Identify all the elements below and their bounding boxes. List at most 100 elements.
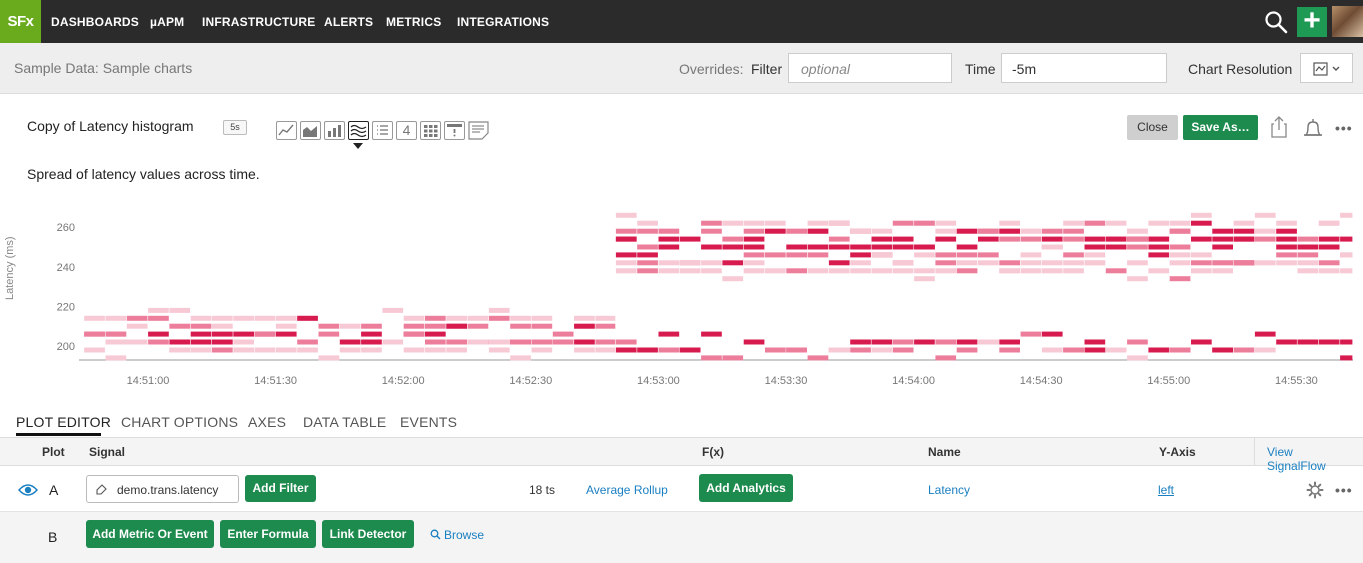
heatmap-cell: [1127, 244, 1148, 250]
y-axis-link[interactable]: left: [1158, 483, 1174, 497]
chart-resolution-dropdown[interactable]: [1300, 53, 1353, 83]
heatmap-chart-icon[interactable]: [348, 121, 369, 140]
list-chart-icon[interactable]: [372, 121, 393, 140]
plot-name-link[interactable]: Latency: [928, 483, 970, 497]
tab-plot-editor[interactable]: PLOT EDITOR: [16, 414, 111, 430]
heatmap-cell: [318, 355, 340, 361]
add-filter-button[interactable]: Add Filter: [245, 475, 316, 502]
heatmap-cell: [1063, 268, 1084, 274]
heatmap-cell: [850, 347, 871, 353]
heatmap-cell: [828, 347, 850, 353]
signalfx-logo[interactable]: SFx: [0, 0, 41, 43]
average-rollup-link[interactable]: Average Rollup: [586, 483, 668, 497]
heatmap-cell: [956, 347, 978, 353]
x-tick-label: 14:55:00: [1147, 375, 1190, 387]
nav-metrics[interactable]: METRICS: [386, 15, 441, 29]
event-feed-icon[interactable]: [444, 121, 465, 140]
nav-alerts[interactable]: ALERTS: [324, 15, 373, 29]
eye-icon[interactable]: [18, 483, 38, 497]
row-more-icon[interactable]: •••: [1335, 482, 1353, 498]
save-as-button[interactable]: Save As…: [1183, 115, 1258, 140]
heatmap-cell: [658, 236, 680, 242]
heatmap-cell: [361, 339, 382, 345]
heatmap-cell: [297, 315, 318, 321]
heatmap-cell: [1020, 236, 1042, 242]
close-button[interactable]: Close: [1127, 115, 1178, 140]
column-chart-icon[interactable]: [324, 121, 345, 140]
heatmap-cell: [425, 315, 446, 321]
heatmap-cell: [658, 347, 680, 353]
nav-dashboards[interactable]: DASHBOARDS: [51, 15, 139, 29]
heatmap-cell: [892, 347, 914, 353]
heatmap-cell: [212, 347, 233, 353]
heatmap-cell: [275, 315, 297, 321]
tab-chart-options[interactable]: CHART OPTIONS: [121, 414, 238, 430]
heatmap-cell: [871, 244, 893, 250]
heatmap-cell: [84, 331, 105, 337]
heatmap-cell: [361, 347, 382, 353]
heatmap-cell: [1233, 260, 1255, 266]
heatmap-cell: [1212, 347, 1233, 353]
heatmap-cell: [1276, 260, 1297, 266]
heatmap-cell: [935, 252, 957, 258]
time-input[interactable]: -5m: [1001, 53, 1167, 83]
text-note-icon[interactable]: [468, 121, 490, 140]
heatmap-cell: [1020, 252, 1042, 258]
heatmap-cell: [1254, 347, 1276, 353]
heatmap-cell: [956, 228, 978, 234]
heatmap-cell: [212, 339, 233, 345]
heatmap-cell: [1169, 228, 1191, 234]
heatmap-cell: [105, 355, 127, 361]
heatmap-cell: [935, 236, 957, 242]
heatmap-cell: [318, 331, 340, 337]
nav-apm[interactable]: µAPM: [150, 15, 184, 29]
link-detector-button[interactable]: Link Detector: [322, 520, 414, 548]
heatmap-cell: [84, 347, 105, 353]
heatmap-cell: [1169, 276, 1191, 282]
view-signalflow-link[interactable]: View SignalFlow: [1254, 437, 1363, 473]
breadcrumb[interactable]: Sample Data: Sample charts: [14, 60, 192, 76]
add-metric-button[interactable]: Add Metric Or Event: [86, 520, 214, 548]
create-plus-button[interactable]: +: [1297, 6, 1327, 37]
heatmap-cell: [1127, 276, 1148, 282]
heatmap-cell: [254, 331, 276, 337]
bell-icon[interactable]: [1302, 117, 1324, 141]
resolution-badge: 5s: [223, 120, 247, 135]
heatmap-cell: [871, 228, 893, 234]
heatmap-cell: [765, 268, 786, 274]
gear-icon[interactable]: [1306, 481, 1324, 499]
heatmap-cell: [212, 323, 233, 329]
heatmap-cell: [1041, 260, 1063, 266]
filter-input[interactable]: optional: [788, 53, 952, 83]
chart-more-icon[interactable]: •••: [1335, 120, 1353, 136]
heatmap-cell: [105, 315, 127, 321]
y-tick-label: 260: [57, 222, 75, 234]
enter-formula-button[interactable]: Enter Formula: [220, 520, 316, 548]
single-value-icon[interactable]: 4: [396, 121, 417, 140]
nav-infrastructure[interactable]: INFRASTRUCTURE: [202, 15, 315, 29]
chart-title[interactable]: Copy of Latency histogram: [27, 118, 194, 134]
heatmap-cell: [1084, 244, 1106, 250]
heatmap-cell: [1020, 260, 1042, 266]
heatmap-cell: [126, 323, 148, 329]
tab-events[interactable]: EVENTS: [400, 414, 457, 430]
heatmap-cell: [828, 236, 850, 242]
browse-link[interactable]: Browse: [444, 528, 484, 542]
heatmap-cell: [1084, 260, 1106, 266]
heatmap-cell: [807, 244, 829, 250]
search-icon[interactable]: [1264, 10, 1288, 34]
nav-integrations[interactable]: INTEGRATIONS: [457, 15, 549, 29]
line-chart-icon[interactable]: [276, 121, 297, 140]
heatmap-cell: [1191, 268, 1212, 274]
heatmap-cell: [637, 347, 658, 353]
heatmap-cell: [1063, 220, 1084, 226]
heatmap-cell: [978, 236, 999, 242]
grid-heatmap-icon[interactable]: [420, 121, 441, 140]
area-chart-icon[interactable]: [300, 121, 321, 140]
share-icon[interactable]: [1268, 115, 1290, 139]
tab-data-table[interactable]: DATA TABLE: [303, 414, 386, 430]
signal-input[interactable]: demo.trans.latency: [86, 475, 239, 503]
add-analytics-button[interactable]: Add Analytics: [699, 474, 793, 502]
user-avatar[interactable]: [1332, 6, 1363, 37]
tab-axes[interactable]: AXES: [248, 414, 286, 430]
